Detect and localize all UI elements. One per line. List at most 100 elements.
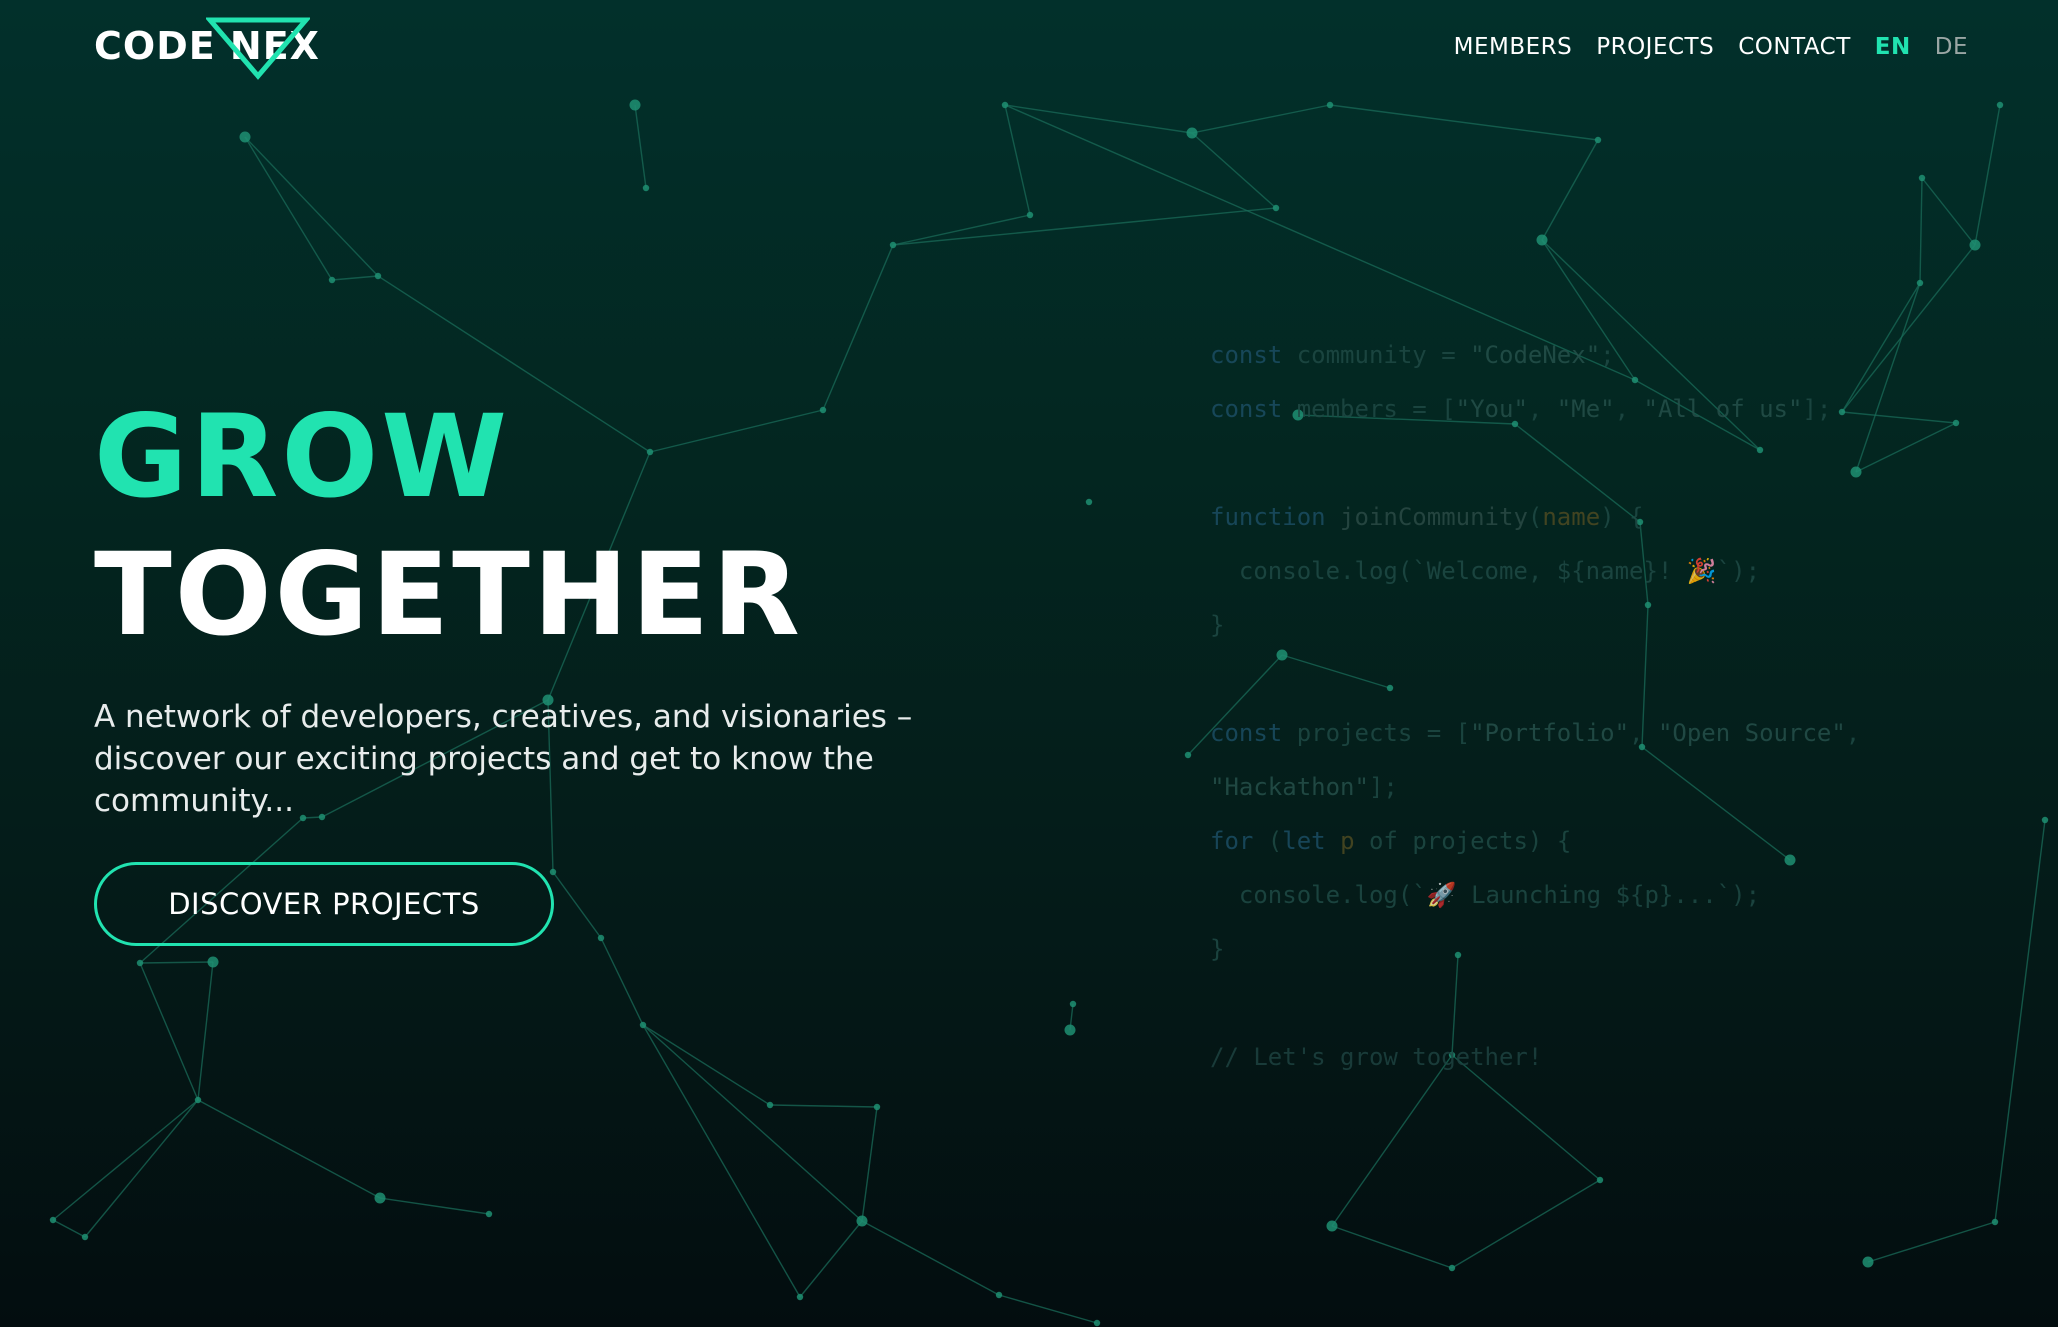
- network-edge: [1191, 104, 1331, 134]
- network-edge: [1329, 104, 1599, 141]
- code-line-1a: community =: [1296, 341, 1471, 369]
- network-edge: [197, 961, 214, 1101]
- network-node: [1996, 101, 2004, 109]
- network-edge: [1004, 104, 1193, 134]
- network-edge: [244, 136, 379, 277]
- network-node: [1918, 174, 1926, 182]
- network-edge: [139, 961, 214, 964]
- network-node: [49, 1216, 57, 1224]
- network-node: [1952, 419, 1960, 427]
- network-edge: [799, 1220, 863, 1298]
- network-edge: [892, 207, 1277, 246]
- network-node: [1184, 751, 1192, 759]
- network-edge: [52, 1099, 199, 1221]
- nav-contact[interactable]: CONTACT: [1738, 34, 1851, 60]
- network-edge: [379, 1197, 490, 1215]
- network-node: [995, 1291, 1003, 1299]
- network-node: [1326, 1220, 1338, 1232]
- nav-projects[interactable]: PROJECTS: [1596, 34, 1714, 60]
- network-node: [1272, 204, 1280, 212]
- network-edge: [1541, 139, 1599, 241]
- network-edge: [1855, 422, 1957, 473]
- network-node: [1448, 1264, 1456, 1272]
- network-edge: [1841, 244, 1976, 413]
- network-node: [485, 1210, 493, 1218]
- network-node: [194, 1096, 202, 1104]
- code-snippet: const community = "CodeNex"; const membe…: [1210, 341, 1861, 1071]
- network-node: [2041, 816, 2049, 824]
- network-edge: [634, 104, 647, 189]
- lang-en-toggle[interactable]: EN: [1875, 34, 1911, 60]
- network-edge: [1974, 104, 2001, 246]
- hero-section: GROW TOGETHER A network of developers, c…: [94, 400, 1014, 822]
- network-node: [642, 184, 650, 192]
- network-node: [639, 1021, 647, 1029]
- network-edge: [331, 275, 379, 281]
- network-edge: [1004, 104, 1031, 216]
- network-node: [1069, 1000, 1077, 1008]
- network-edge: [1855, 282, 1921, 473]
- network-node: [1001, 101, 1009, 109]
- network-edge: [769, 1104, 878, 1108]
- hero-title-line1: GROW: [94, 390, 511, 523]
- network-edge: [1191, 132, 1277, 209]
- network-node: [207, 956, 219, 968]
- network-node: [1064, 1024, 1076, 1036]
- network-edge: [642, 1024, 863, 1222]
- network-edge: [197, 1099, 381, 1199]
- logo[interactable]: CODE NEX: [94, 16, 319, 82]
- network-edge: [892, 214, 1031, 246]
- network-edge: [642, 1024, 801, 1298]
- network-edge: [552, 871, 602, 939]
- network-edge: [642, 1024, 771, 1106]
- network-node: [873, 1103, 881, 1111]
- network-node: [1326, 101, 1334, 109]
- network-node: [1969, 239, 1981, 251]
- nav-members[interactable]: MEMBERS: [1454, 34, 1573, 60]
- network-node: [597, 934, 605, 942]
- network-edge: [1867, 1221, 1996, 1263]
- network-edge: [998, 1294, 1098, 1324]
- network-node: [374, 272, 382, 280]
- network-node: [239, 131, 251, 143]
- network-node: [549, 868, 557, 876]
- network-node: [629, 99, 641, 111]
- network-edge: [244, 136, 333, 281]
- main-nav: MEMBERS PROJECTS CONTACT EN DE: [1454, 34, 1968, 60]
- network-node: [1594, 136, 1602, 144]
- triangle-logo-icon: [206, 17, 310, 80]
- network-node: [1916, 279, 1924, 287]
- network-edge: [139, 962, 199, 1101]
- hero-title-line2: TOGETHER: [94, 528, 803, 661]
- lang-de-toggle[interactable]: DE: [1935, 34, 1968, 60]
- network-edge: [84, 1099, 199, 1238]
- network-edge: [1451, 1179, 1601, 1269]
- network-edge: [1919, 177, 1923, 284]
- network-node: [1085, 498, 1093, 506]
- network-node: [81, 1233, 89, 1241]
- network-node: [796, 1293, 804, 1301]
- network-node: [1862, 1256, 1874, 1268]
- network-node: [328, 276, 336, 284]
- network-edge: [1331, 1225, 1453, 1269]
- network-edge: [861, 1106, 878, 1222]
- network-node: [766, 1101, 774, 1109]
- network-node: [136, 959, 144, 967]
- network-edge: [1994, 819, 2046, 1223]
- network-edge: [52, 1219, 86, 1238]
- network-edge: [600, 937, 644, 1026]
- site-header: CODE NEX MEMBERS PROJECTS CONTACT EN DE: [0, 0, 2058, 100]
- network-edge: [822, 244, 894, 411]
- network-node: [374, 1192, 386, 1204]
- network-node: [1596, 1176, 1604, 1184]
- network-node: [1991, 1218, 1999, 1226]
- network-node: [1026, 211, 1034, 219]
- network-node: [1093, 1319, 1101, 1327]
- network-node: [1536, 234, 1548, 246]
- hero-description: A network of developers, creatives, and …: [94, 699, 913, 819]
- network-edge: [861, 1220, 1000, 1296]
- hero-title: GROW TOGETHER: [94, 400, 1014, 652]
- network-node: [856, 1215, 868, 1227]
- network-node: [889, 241, 897, 249]
- discover-projects-button[interactable]: DISCOVER PROJECTS: [94, 862, 554, 946]
